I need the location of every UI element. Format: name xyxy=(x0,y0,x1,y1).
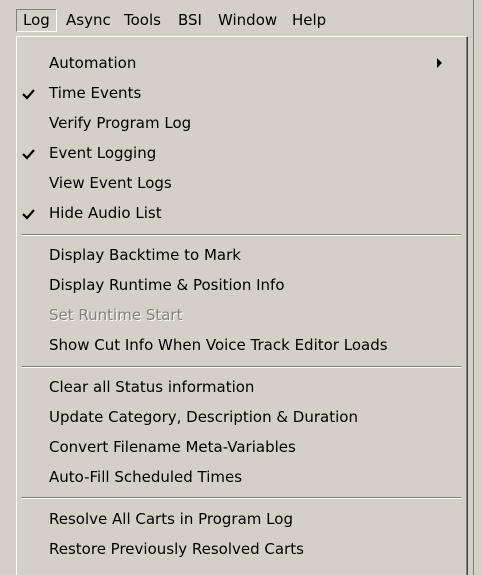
menu-item-clear-all-status-information[interactable]: Clear all Status information xyxy=(17,372,465,402)
menu-item-label: View Event Logs xyxy=(49,174,172,192)
menu-item-show-cut-info[interactable]: Show Cut Info When Voice Track Editor Lo… xyxy=(17,330,465,360)
menu-item-hide-audio-list[interactable]: Hide Audio List xyxy=(17,198,465,228)
checkmark-icon xyxy=(22,209,35,220)
menu-item-resolve-all-carts[interactable]: Resolve All Carts in Program Log xyxy=(17,504,465,534)
menu-item-set-runtime-start: Set Runtime Start xyxy=(17,300,465,330)
chevron-right-icon xyxy=(437,58,442,68)
menu-item-verify-program-log[interactable]: Verify Program Log xyxy=(17,108,465,138)
menu-item-label: Set Runtime Start xyxy=(49,306,183,324)
menu-item-label: Time Events xyxy=(49,84,142,102)
menu-bar: Log Async Tools BSI Window Help xyxy=(0,0,481,36)
menu-item-label: Event Logging xyxy=(49,144,157,162)
log-menu-dropdown: Automation Time Events Verify Program Lo… xyxy=(16,36,468,575)
checkmark-icon xyxy=(22,89,35,100)
menu-item-label: Clear all Status information xyxy=(49,378,255,396)
menu-item-label: Auto-Fill Scheduled Times xyxy=(49,468,243,486)
menu-item-event-logging[interactable]: Event Logging xyxy=(17,138,465,168)
menu-help[interactable]: Help xyxy=(286,9,332,32)
menu-async[interactable]: Async xyxy=(60,9,117,32)
menu-item-display-runtime-position-info[interactable]: Display Runtime & Position Info xyxy=(17,270,465,300)
menu-item-automation[interactable]: Automation xyxy=(17,48,465,78)
menu-item-display-backtime-to-mark[interactable]: Display Backtime to Mark xyxy=(17,240,465,270)
menu-item-view-event-logs[interactable]: View Event Logs xyxy=(17,168,465,198)
menu-separator xyxy=(21,366,461,368)
checkmark-icon xyxy=(22,149,35,160)
menu-item-label: Automation xyxy=(49,54,137,72)
menu-item-label: Show Cut Info When Voice Track Editor Lo… xyxy=(49,336,388,354)
menu-item-label: Verify Program Log xyxy=(49,114,192,132)
menu-item-restore-previously-resolved-carts[interactable]: Restore Previously Resolved Carts xyxy=(17,534,465,564)
menu-log[interactable]: Log xyxy=(16,9,57,32)
menu-item-auto-fill-scheduled-times[interactable]: Auto-Fill Scheduled Times xyxy=(17,462,465,492)
menu-item-time-events[interactable]: Time Events xyxy=(17,78,465,108)
menu-separator xyxy=(21,234,461,236)
menu-bsi[interactable]: BSI xyxy=(172,9,208,32)
menu-item-label: Hide Audio List xyxy=(49,204,162,222)
menu-item-convert-filename-meta-variables[interactable]: Convert Filename Meta-Variables xyxy=(17,432,465,462)
menu-item-label: Restore Previously Resolved Carts xyxy=(49,540,304,558)
menu-item-label: Display Backtime to Mark xyxy=(49,246,241,264)
menu-item-update-category-description-duration[interactable]: Update Category, Description & Duration xyxy=(17,402,465,432)
menu-item-label: Update Category, Description & Duration xyxy=(49,408,358,426)
window-edge xyxy=(473,0,481,575)
menu-tools[interactable]: Tools xyxy=(118,9,167,32)
menu-item-label: Display Runtime & Position Info xyxy=(49,276,285,294)
menu-item-label: Resolve All Carts in Program Log xyxy=(49,510,293,528)
menu-separator xyxy=(21,497,461,499)
menu-window[interactable]: Window xyxy=(212,9,283,32)
menu-item-label: Convert Filename Meta-Variables xyxy=(49,438,296,456)
